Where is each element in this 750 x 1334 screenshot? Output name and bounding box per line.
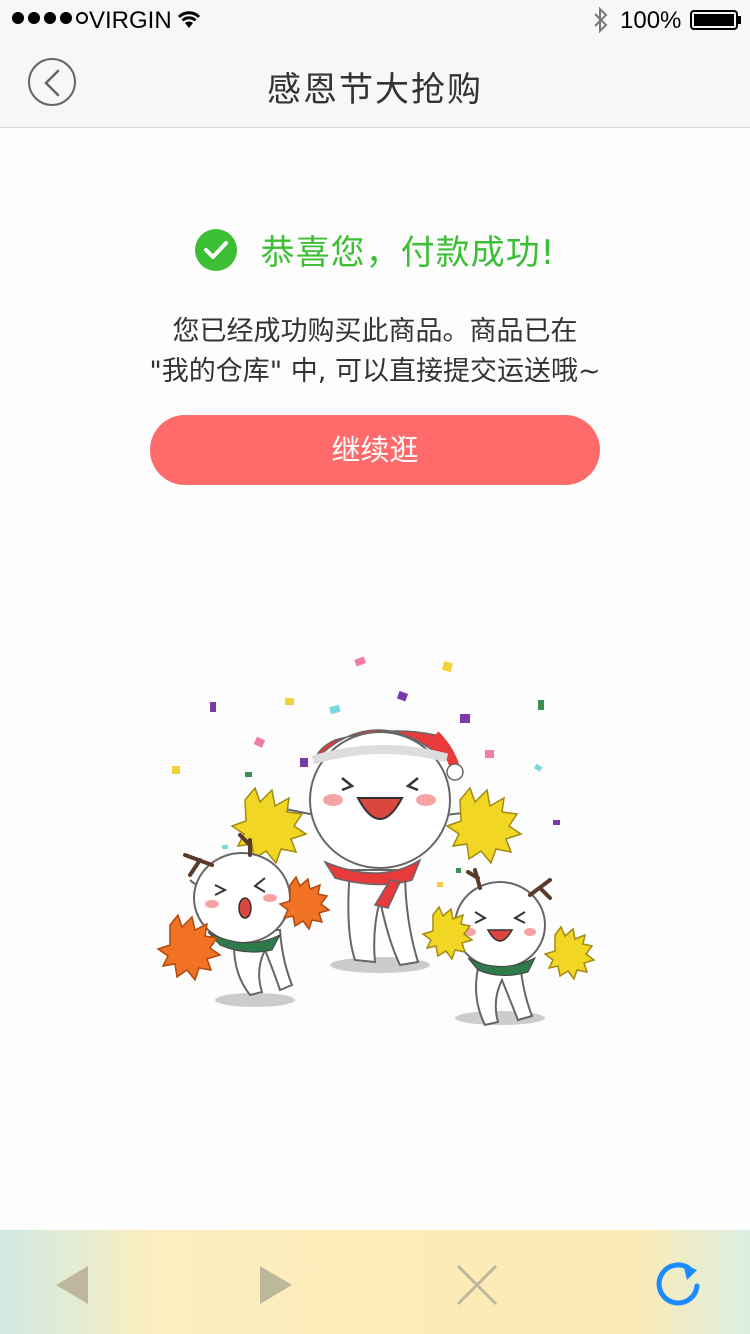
browser-toolbar xyxy=(0,1230,750,1334)
battery-icon xyxy=(690,10,741,30)
check-circle-icon xyxy=(194,228,237,271)
carrier-name: VIRGIN xyxy=(89,7,172,34)
description-line-2: "我的仓库" 中, 可以直接提交运送哦~ xyxy=(149,356,601,387)
celebration-illustration xyxy=(156,656,596,1027)
signal-strength-icon xyxy=(12,12,88,24)
success-title: 恭喜您，付款成功! xyxy=(260,233,556,273)
bluetooth-icon xyxy=(594,6,608,34)
screen: VIRGIN 100% 感恩节大抢购 恭喜您，付款成功! 您已经成功购买此商品。… xyxy=(0,0,750,1334)
success-header: 恭喜您，付款成功! xyxy=(0,225,750,274)
continue-shopping-button[interactable]: 继续逛 xyxy=(150,415,600,485)
page-title: 感恩节大抢购 xyxy=(267,70,483,110)
yellow-pompom-right xyxy=(445,786,523,865)
battery-percentage: 100% xyxy=(620,7,682,34)
description-line-1: 您已经成功购买此商品。商品已在 xyxy=(172,316,578,347)
forward-arrow-icon[interactable] xyxy=(252,1260,302,1310)
navigation-bar: 感恩节大抢购 xyxy=(0,40,750,128)
wifi-icon xyxy=(177,11,201,28)
left-character xyxy=(156,833,331,997)
success-description: 您已经成功购买此商品。商品已在 "我的仓库" 中, 可以直接提交运送哦~ xyxy=(0,312,750,392)
refresh-icon[interactable] xyxy=(655,1260,705,1310)
close-icon[interactable] xyxy=(452,1260,502,1310)
status-bar: VIRGIN 100% xyxy=(0,0,750,40)
back-arrow-icon[interactable] xyxy=(50,1260,100,1310)
yellow-pompom-left xyxy=(230,786,308,865)
right-character xyxy=(421,868,596,1027)
